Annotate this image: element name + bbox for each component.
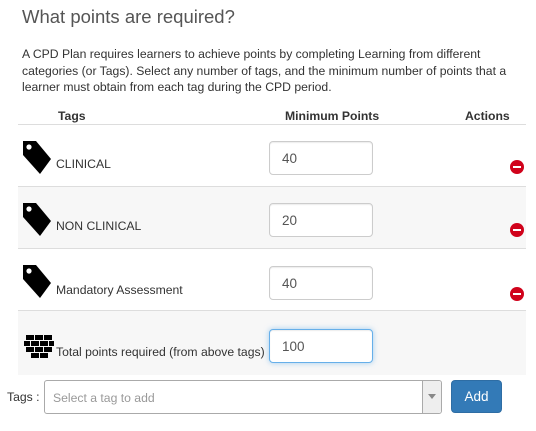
- tag-select-placeholder: Select a tag to add: [53, 391, 155, 405]
- minimum-points-input[interactable]: [269, 266, 373, 300]
- bricks-icon: [24, 335, 54, 358]
- tag-label: CLINICAL: [56, 157, 111, 171]
- minimum-points-input[interactable]: [269, 141, 373, 175]
- tags-label: Tags :: [7, 390, 40, 404]
- column-header-minimum-points: Minimum Points: [285, 109, 380, 123]
- chevron-down-icon[interactable]: [422, 381, 441, 413]
- table-row: CLINICAL: [18, 124, 526, 187]
- page-title: What points are required?: [22, 6, 235, 27]
- remove-icon[interactable]: [510, 160, 524, 174]
- total-points-input[interactable]: [269, 329, 373, 363]
- tag-icon: [23, 141, 51, 174]
- tag-select-dropdown[interactable]: Select a tag to add: [44, 380, 442, 414]
- column-header-tags: Tags: [58, 109, 86, 123]
- total-row: Total points required (from above tags): [18, 310, 526, 375]
- tag-icon: [23, 203, 51, 236]
- table-row: Mandatory Assessment: [18, 248, 526, 311]
- tag-label: NON CLINICAL: [56, 219, 142, 233]
- column-header-actions: Actions: [465, 109, 510, 123]
- add-tag-button[interactable]: Add: [451, 380, 502, 413]
- remove-icon[interactable]: [510, 287, 524, 301]
- tag-label: Mandatory Assessment: [56, 283, 183, 297]
- description-text: A CPD Plan requires learners to achieve …: [22, 47, 507, 94]
- tag-icon: [23, 265, 51, 298]
- total-points-label: Total points required (from above tags): [56, 345, 265, 359]
- remove-icon[interactable]: [510, 223, 524, 237]
- table-row: NON CLINICAL: [18, 186, 526, 249]
- minimum-points-input[interactable]: [269, 203, 373, 237]
